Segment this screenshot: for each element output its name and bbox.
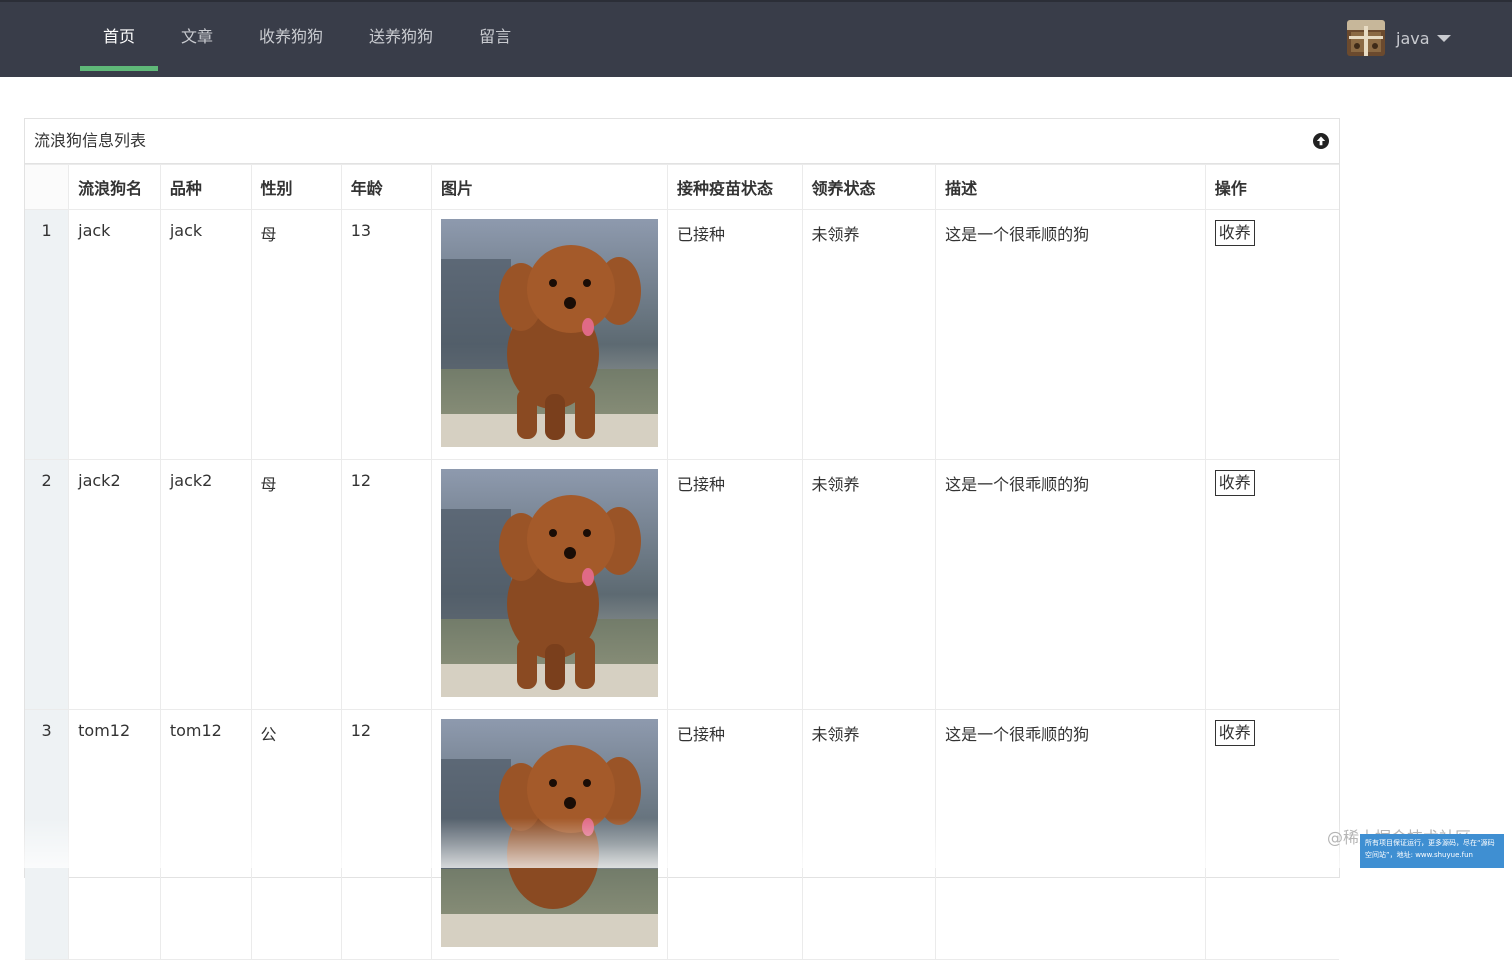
column-header-description: 描述 [935, 164, 1206, 210]
main-nav: 首页 文章 收养狗狗 送养狗狗 留言 [80, 0, 534, 77]
panel-header: 流浪狗信息列表 [25, 119, 1339, 164]
cell-gender: 母 [250, 209, 342, 460]
avatar-image [1347, 20, 1385, 56]
cell-dog-name: jack [68, 209, 161, 460]
cell-adopt-status: 未领养 [801, 209, 937, 460]
column-header-age: 年龄 [340, 164, 432, 210]
cell-picture [430, 209, 668, 460]
column-header-breed: 品种 [159, 164, 252, 210]
cell-age: 13 [340, 209, 432, 460]
caret-down-icon [1436, 34, 1451, 42]
column-header-gender: 性别 [250, 164, 342, 210]
column-header-actions: 操作 [1204, 164, 1339, 210]
column-header-picture: 图片 [430, 164, 668, 210]
adopt-button[interactable]: 收养 [1214, 470, 1255, 496]
cell-age: 12 [340, 459, 432, 710]
row-index: 1 [25, 209, 70, 460]
cell-adopt-status: 未领养 [801, 709, 937, 960]
dog-table: 流浪狗名 品种 性别 年龄 图片 接种疫苗状态 领养状态 描述 操作 1 jac… [25, 164, 1339, 960]
cell-picture [430, 709, 668, 960]
cell-gender: 母 [250, 459, 342, 710]
nav-item-adopt-dogs[interactable]: 收养狗狗 [236, 0, 346, 77]
cell-breed: jack [159, 209, 252, 460]
cell-actions: 收养 [1204, 459, 1339, 710]
dog-photo [440, 469, 658, 697]
cell-vaccine-status: 已接种 [666, 709, 803, 960]
promo-banner[interactable]: 所有项目保证运行，更多源码，尽在“源码 空间站”，地址: www.shuyue.… [1360, 834, 1504, 868]
cell-dog-name: jack2 [68, 459, 161, 710]
dog-photo [440, 719, 658, 947]
table-row: 1 jack jack 母 13 已接种 未领养 这是一个很乖顺的狗 收养 [25, 209, 1339, 460]
user-menu[interactable]: java [1347, 19, 1451, 57]
nav-item-messages[interactable]: 留言 [456, 0, 534, 77]
column-header-index [25, 164, 70, 210]
table-header-row: 流浪狗名 品种 性别 年龄 图片 接种疫苗状态 领养状态 描述 操作 [25, 164, 1339, 210]
user-name: java [1396, 28, 1430, 48]
cell-gender: 公 [250, 709, 342, 960]
cell-actions: 收养 [1204, 209, 1339, 460]
table-row: 3 tom12 tom12 公 12 已接种 未领养 这是一个很乖顺的狗 收养 [25, 709, 1339, 960]
cell-breed: jack2 [159, 459, 252, 710]
row-index: 3 [25, 709, 70, 960]
promo-line-2: 空间站”，地址: www.shuyue.fun [1365, 851, 1473, 859]
nav-item-give-dogs[interactable]: 送养狗狗 [346, 0, 456, 77]
dog-list-panel: 流浪狗信息列表 流浪狗名 品种 性别 年龄 图片 接种疫苗状态 领养状态 描述 … [24, 118, 1340, 960]
promo-line-1: 所有项目保证运行，更多源码，尽在“源码 [1365, 839, 1495, 847]
panel-title: 流浪狗信息列表 [34, 131, 147, 150]
nav-item-home[interactable]: 首页 [80, 0, 159, 77]
cell-description: 这是一个很乖顺的狗 [935, 709, 1206, 960]
cell-vaccine-status: 已接种 [666, 459, 803, 710]
column-header-adopt-status: 领养状态 [801, 164, 937, 210]
cell-dog-name: tom12 [68, 709, 161, 960]
cell-age: 12 [340, 709, 432, 960]
arrow-up-circle-icon[interactable] [1313, 133, 1329, 149]
dog-photo [440, 219, 658, 447]
column-header-name: 流浪狗名 [68, 164, 161, 210]
column-header-vaccine: 接种疫苗状态 [666, 164, 803, 210]
cell-adopt-status: 未领养 [801, 459, 937, 710]
cell-description: 这是一个很乖顺的狗 [935, 209, 1206, 460]
row-index: 2 [25, 459, 70, 710]
adopt-button[interactable]: 收养 [1214, 720, 1255, 746]
nav-item-articles[interactable]: 文章 [158, 0, 236, 77]
cell-description: 这是一个很乖顺的狗 [935, 459, 1206, 710]
cell-picture [430, 459, 668, 710]
cell-vaccine-status: 已接种 [666, 209, 803, 460]
adopt-button[interactable]: 收养 [1214, 220, 1255, 246]
cell-breed: tom12 [159, 709, 252, 960]
cell-actions: 收养 [1204, 709, 1339, 960]
top-navbar: 首页 文章 收养狗狗 送养狗狗 留言 java [0, 0, 1512, 77]
table-row: 2 jack2 jack2 母 12 已接种 未领养 这是一个很乖顺的狗 收养 [25, 459, 1339, 710]
